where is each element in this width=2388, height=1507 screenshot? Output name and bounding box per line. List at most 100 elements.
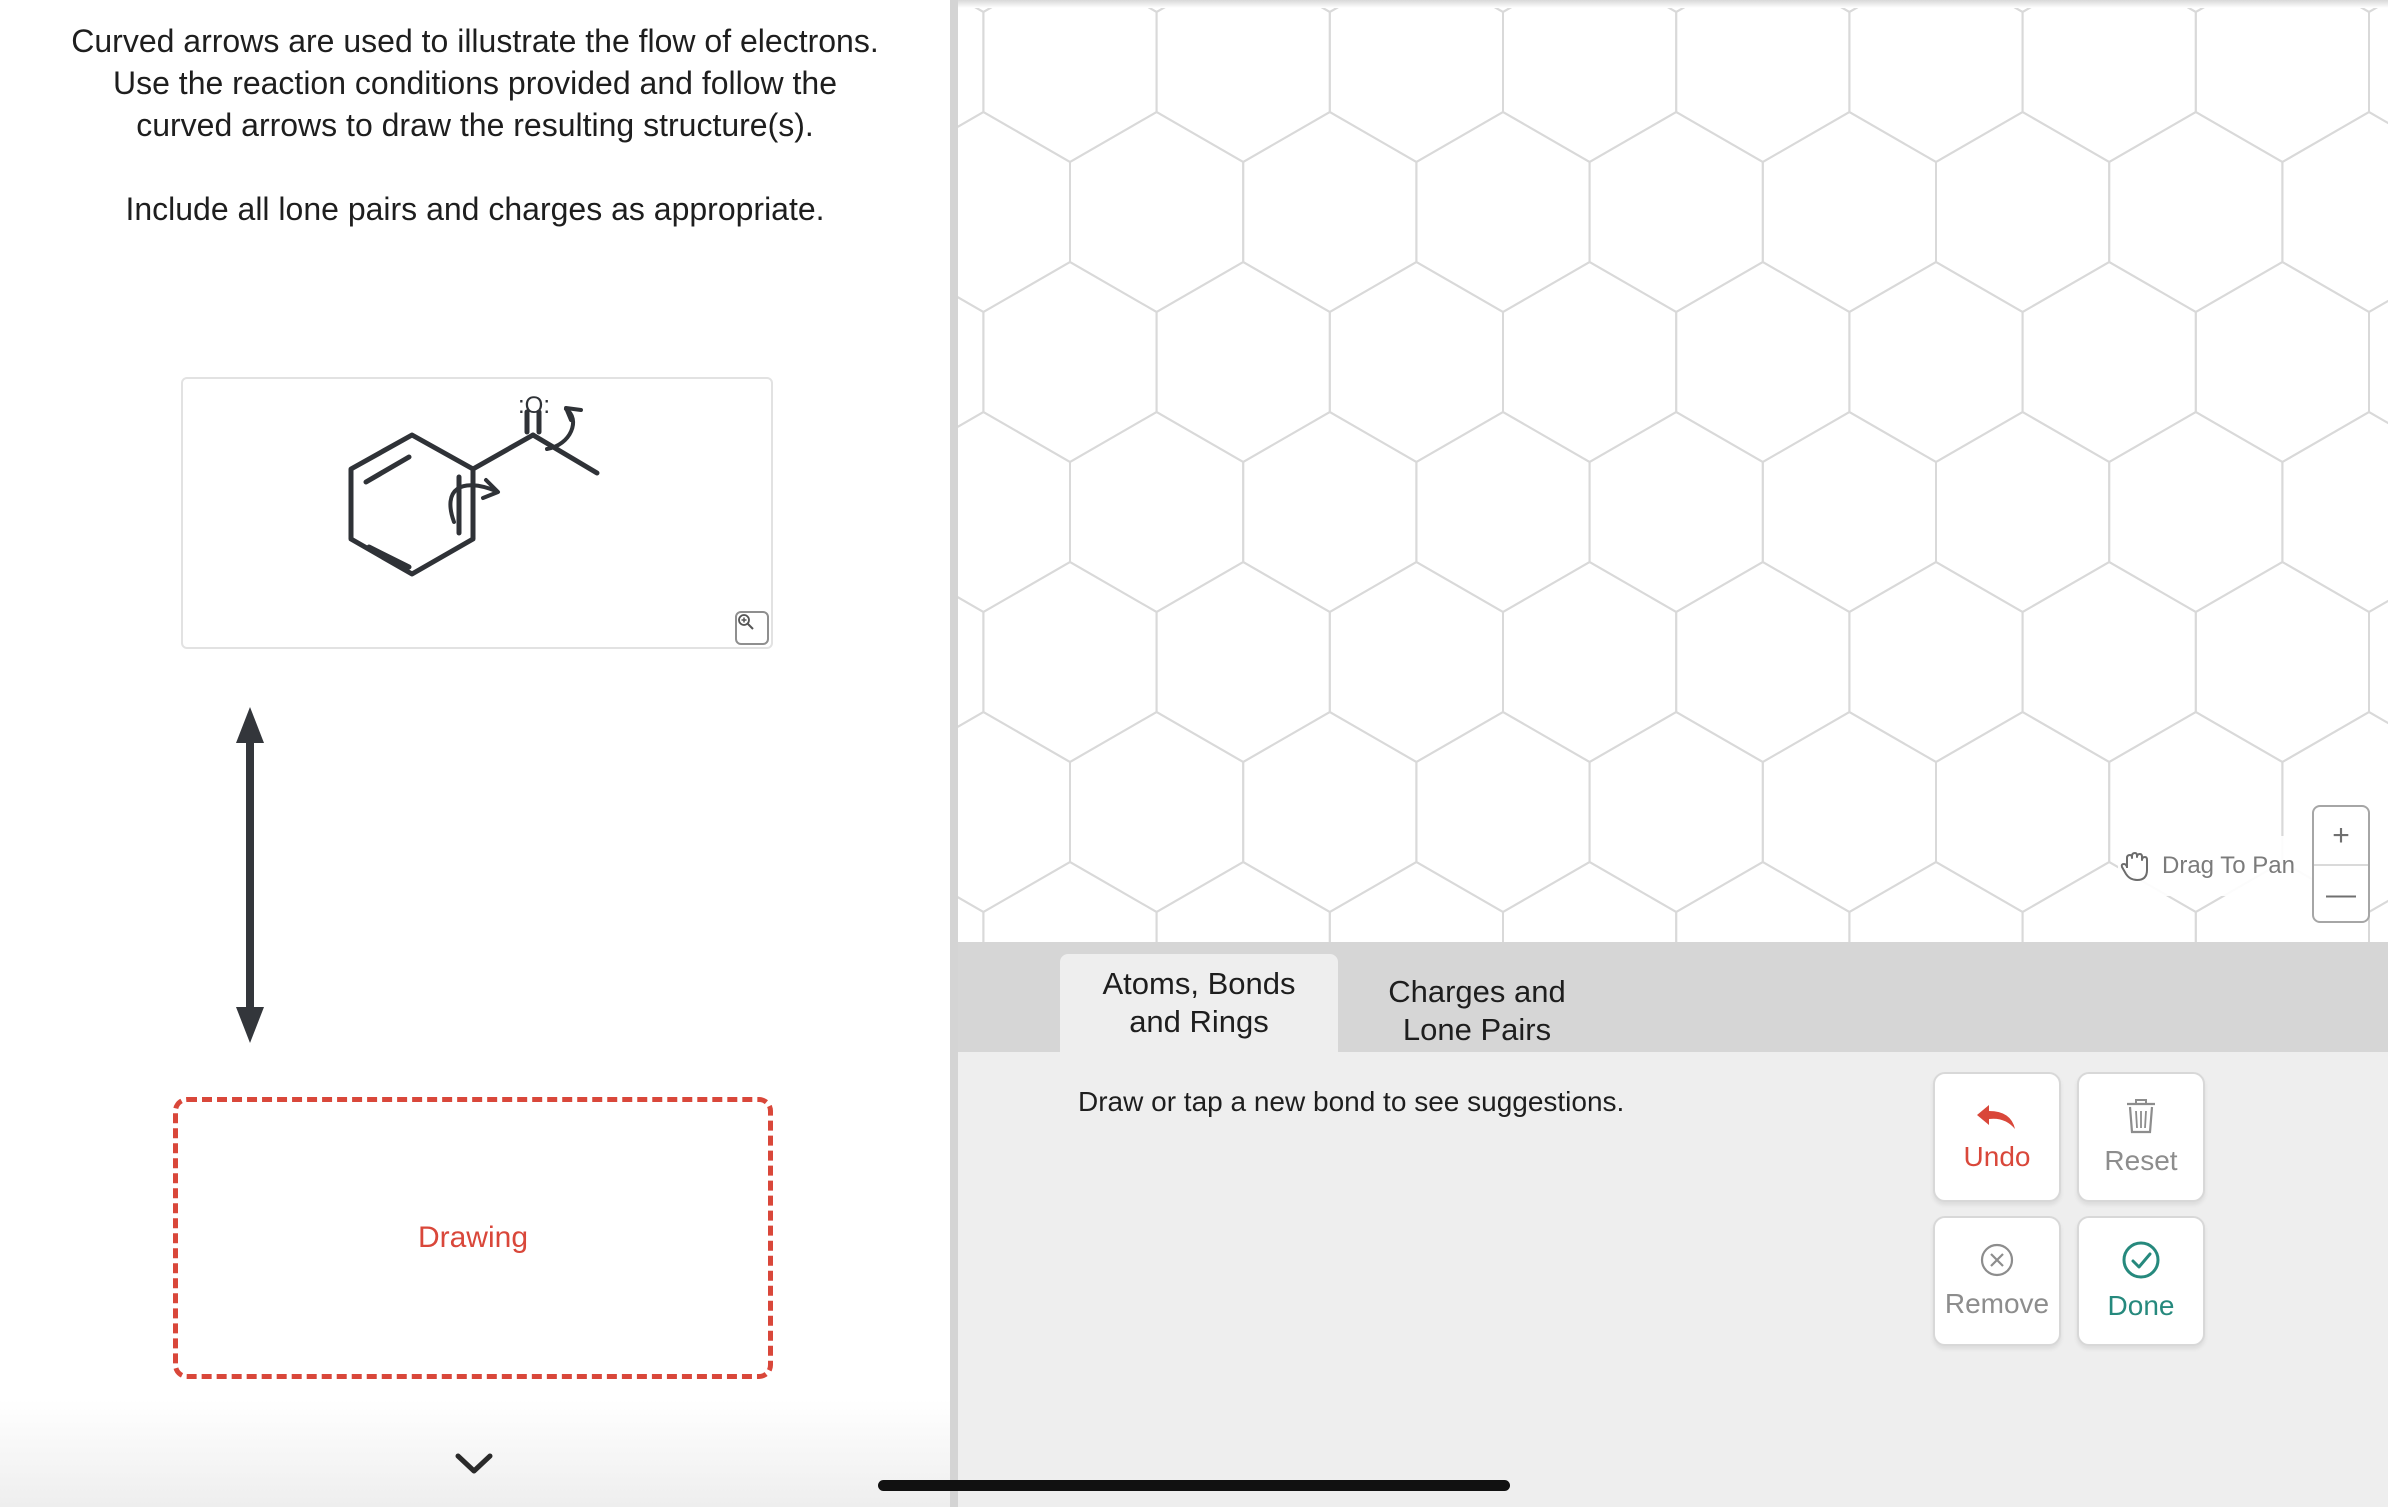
tab-atoms-bonds-rings[interactable]: Atoms, Bonds and Rings — [1060, 954, 1338, 1052]
instructions: Curved arrows are used to illustrate the… — [40, 20, 910, 230]
ring-double-bond-1 — [363, 454, 412, 485]
zoom-out-button[interactable]: — — [2314, 864, 2368, 923]
drawing-canvas[interactable]: Drag To Pan + — — [958, 0, 2388, 942]
instruction-line-1: Curved arrows are used to illustrate the… — [71, 23, 879, 59]
grid-hexagon — [1848, 260, 2024, 464]
grid-hexagon — [1675, 260, 1851, 464]
grid-hexagon — [958, 596, 985, 728]
drawing-answer-box[interactable]: Drawing — [173, 1097, 773, 1379]
grid-hexagon — [1069, 710, 1245, 914]
instruction-line-4: Include all lone pairs and charges as ap… — [125, 191, 825, 227]
grid-hexagon — [1502, 860, 1678, 942]
undo-button[interactable]: Undo — [1933, 1072, 2061, 1202]
grid-hexagon — [1761, 710, 1937, 914]
grid-hexagon — [1675, 0, 1851, 164]
grid-hexagon — [2194, 0, 2370, 164]
grid-hexagon — [958, 710, 1071, 914]
grid-hexagon — [1069, 410, 1245, 614]
grid-hexagon — [1588, 710, 1764, 914]
drag-to-pan-text: Drag To Pan — [2162, 852, 2295, 879]
grid-hexagon — [1242, 110, 1418, 314]
grid-hexagon — [1328, 560, 1504, 764]
drag-to-pan-hint: Drag To Pan — [2118, 836, 2318, 896]
grid-hexagon — [958, 410, 1071, 614]
grid-hexagon — [2021, 0, 2197, 164]
grid-hexagon — [1848, 860, 2024, 942]
reset-label: Reset — [2104, 1145, 2178, 1176]
grid-hexagon — [982, 0, 1158, 164]
grid-hexagon — [1588, 410, 1764, 614]
done-check-circle-icon — [2122, 1241, 2160, 1279]
magnify-structure-button[interactable] — [735, 611, 769, 645]
grid-hexagon — [1675, 860, 1851, 942]
acetophenone-structure: :O: — [348, 392, 600, 577]
grid-hexagon — [2368, 0, 2388, 125]
zoom-in-button[interactable]: + — [2314, 807, 2368, 864]
grid-hexagon — [1242, 710, 1418, 914]
drawing-panel: Drag To Pan + — Atoms, Bonds and Rings C… — [958, 0, 2388, 1507]
grid-hexagon — [2108, 410, 2284, 614]
grid-hexagon — [1502, 260, 1678, 464]
grid-hexagon — [982, 260, 1158, 464]
grid-hexagon — [2108, 110, 2284, 314]
done-label: Done — [2107, 1290, 2175, 1321]
tab-charges-lone-pairs[interactable]: Charges and Lone Pairs — [1338, 962, 1616, 1060]
magnifier-plus-icon — [738, 614, 754, 630]
canvas-zoom-control: + — — [2312, 805, 2370, 923]
panel-divider[interactable] — [950, 0, 958, 1507]
chevron-down-icon[interactable] — [452, 1450, 496, 1478]
grid-hexagon — [1848, 560, 2024, 764]
grid-hexagon — [1155, 860, 1331, 942]
tab-charges-label-line-1: Charges and — [1388, 974, 1566, 1009]
grid-hexagon — [1588, 110, 1764, 314]
tab-charges-label-line-2: Lone Pairs — [1402, 1012, 1552, 1047]
grid-hexagon — [2021, 560, 2197, 764]
grid-hexagon — [1761, 410, 1937, 614]
grid-hexagon — [1328, 860, 1504, 942]
canvas-top-shade — [958, 0, 2388, 8]
grid-hexagon — [1069, 110, 1245, 314]
remove-label: Remove — [1944, 1288, 2050, 1319]
grid-hexagon — [958, 110, 1071, 314]
equilibrium-arrow-icon — [236, 707, 264, 1043]
grid-hexagon — [958, 296, 985, 428]
grid-hexagon — [1415, 110, 1591, 314]
ring-carbonyl-bond — [470, 432, 536, 472]
grid-hexagon — [1328, 260, 1504, 464]
ring-double-bond-3 — [366, 544, 412, 570]
home-indicator — [878, 1480, 1510, 1491]
grid-hexagon — [1935, 410, 2111, 614]
grid-hexagon — [1415, 410, 1591, 614]
benzene-ring — [348, 432, 476, 577]
grid-hexagon — [1761, 110, 1937, 314]
grid-hexagon — [1242, 410, 1418, 614]
grid-hexagon — [1675, 560, 1851, 764]
grid-hexagon — [1155, 560, 1331, 764]
grid-hexagon — [1155, 0, 1331, 164]
undo-label: Undo — [1963, 1141, 2031, 1172]
trash-icon — [2127, 1099, 2155, 1134]
drawing-label: Drawing — [417, 1221, 529, 1254]
done-button[interactable]: Done — [2077, 1216, 2205, 1346]
grid-hexagon — [1155, 260, 1331, 464]
suggestion-hint: Draw or tap a new bond to see suggestion… — [1078, 1086, 1625, 1117]
tools-area: Draw or tap a new bond to see suggestion… — [958, 1052, 2388, 1507]
grid-hexagon — [2281, 110, 2388, 314]
grid-hexagon — [2368, 599, 2388, 725]
grid-hexagon — [1502, 0, 1678, 164]
grid-hexagon — [2281, 410, 2388, 614]
grid-hexagon — [1848, 0, 2024, 164]
grid-hexagon — [982, 860, 1158, 942]
tool-tab-bar: Atoms, Bonds and Rings Charges and Lone … — [958, 942, 2388, 1052]
oxygen-atom-label: :O: — [518, 392, 550, 419]
grid-hexagon — [2368, 299, 2388, 425]
remove-x-circle-icon — [1980, 1243, 2014, 1277]
grid-hexagon — [1935, 110, 2111, 314]
reset-button[interactable]: Reset — [2077, 1072, 2205, 1202]
starting-material-card: :O: — [181, 377, 773, 649]
tab-atoms-label-line-1: Atoms, Bonds — [1102, 966, 1296, 1001]
hand-icon — [2120, 852, 2148, 881]
grid-hexagon — [1415, 710, 1591, 914]
remove-button[interactable]: Remove — [1933, 1216, 2061, 1346]
grid-hexagon — [2021, 260, 2197, 464]
